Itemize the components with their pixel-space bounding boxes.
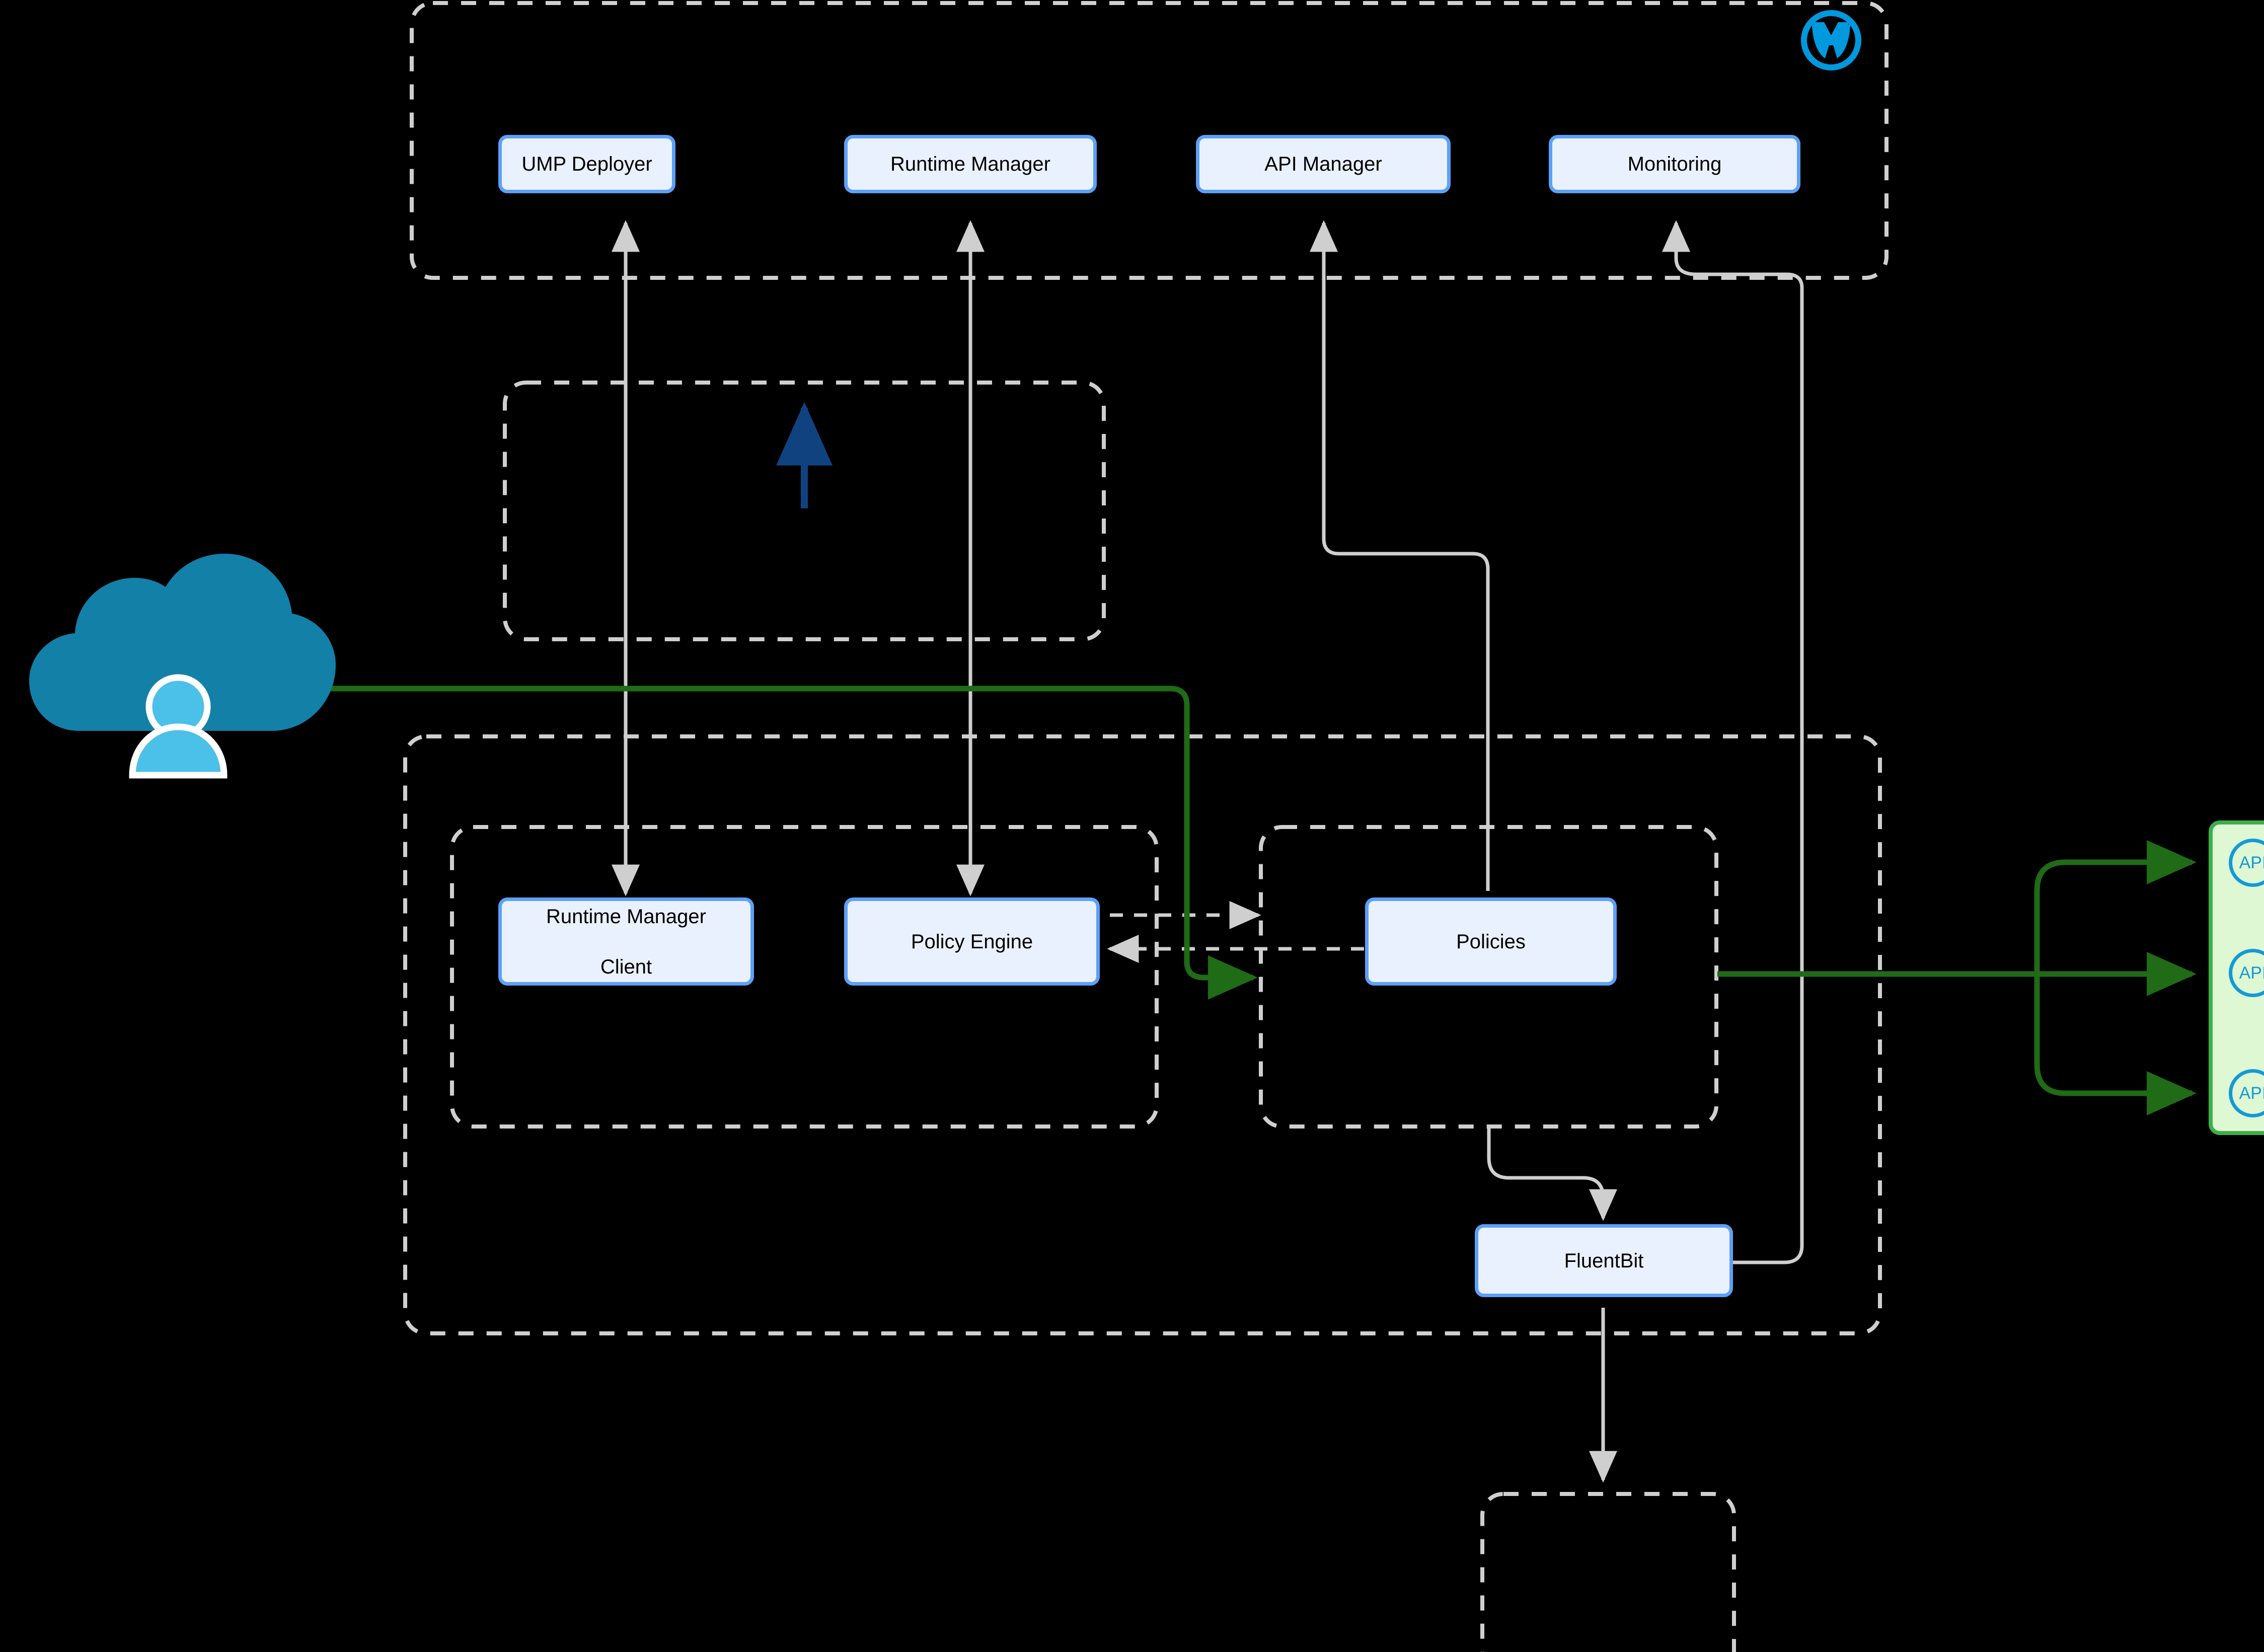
node-runtime-manager-client[interactable]: Runtime Manager Client — [498, 897, 754, 986]
diagram-canvas: UMP Deployer Runtime Manager API Manager… — [0, 0, 2264, 1652]
node-fluentbit-label: FluentBit — [1564, 1249, 1644, 1272]
node-runtime-manager-client-line2: Client — [600, 955, 652, 978]
flow-policies-to-apimanager — [1310, 220, 1490, 891]
node-ump-deployer-label: UMP Deployer — [521, 153, 652, 175]
flow-policies-to-fluentbit — [1487, 1127, 1617, 1221]
mulesoft-logo — [1801, 10, 1861, 70]
node-api-manager-label: API Manager — [1264, 153, 1382, 175]
node-fluentbit[interactable]: FluentBit — [1475, 1224, 1733, 1297]
node-ump-deployer[interactable]: UMP Deployer — [498, 135, 675, 193]
node-monitoring[interactable]: Monitoring — [1549, 135, 1800, 193]
flow-fluentbit-to-monitoring — [1609, 220, 1804, 1264]
node-runtime-manager[interactable]: Runtime Manager — [844, 135, 1097, 193]
node-policies[interactable]: Policies — [1365, 897, 1617, 986]
log-sink-container — [1480, 1492, 1736, 1652]
node-api-manager[interactable]: API Manager — [1196, 135, 1451, 193]
cloud-user-icon — [29, 554, 336, 779]
node-policy-engine-label: Policy Engine — [911, 930, 1033, 953]
api-pill-3-label: API — [2239, 1083, 2264, 1103]
node-runtime-manager-client-line1: Runtime Manager — [546, 905, 706, 928]
node-policies-label: Policies — [1456, 930, 1526, 953]
node-runtime-manager-client-label: Runtime Manager Client — [532, 904, 720, 980]
node-monitoring-label: Monitoring — [1627, 153, 1722, 175]
flow-policies-to-api-1 — [2034, 840, 2197, 974]
flow-policies-to-api-3 — [2034, 974, 2197, 1115]
api-pill-2-label: API — [2239, 963, 2264, 983]
node-policy-engine[interactable]: Policy Engine — [844, 897, 1100, 986]
node-runtime-manager-label: Runtime Manager — [890, 153, 1050, 175]
connector-layer — [29, 1, 2197, 1652]
api-pill-1-label: API — [2239, 853, 2264, 872]
